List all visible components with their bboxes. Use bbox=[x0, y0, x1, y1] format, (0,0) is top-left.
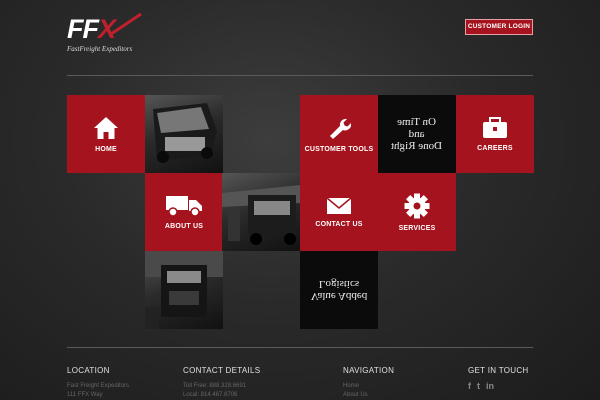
truck-front-photo bbox=[145, 251, 223, 329]
facebook-icon[interactable]: f bbox=[468, 381, 471, 391]
gear-icon bbox=[404, 193, 430, 218]
value-added-tile: Value Added Logistics bbox=[300, 251, 378, 329]
footer-divider bbox=[67, 347, 533, 348]
footer-navigation: NAVIGATION Home About Us bbox=[343, 366, 394, 400]
footer-contact: CONTACT DETAILS Toll Free: 888.328.6691 … bbox=[183, 366, 260, 400]
linkedin-icon[interactable]: in bbox=[486, 381, 494, 391]
header-divider bbox=[67, 75, 533, 76]
truck-photo-tile bbox=[145, 95, 223, 173]
footer-nav-link-about[interactable]: About Us bbox=[343, 391, 394, 400]
value-added-text: Value Added Logistics bbox=[310, 278, 368, 302]
services-tile[interactable]: SERVICES bbox=[378, 173, 456, 251]
footer-location: LOCATION Fast Freight Expeditors 111 FFX… bbox=[67, 366, 129, 400]
about-us-tile[interactable]: ABOUT US bbox=[145, 173, 223, 251]
done-right-text: On Time and Done Right bbox=[391, 116, 443, 152]
toolbox-icon bbox=[483, 116, 507, 138]
navigation-heading: NAVIGATION bbox=[343, 366, 395, 375]
services-label: SERVICES bbox=[398, 224, 436, 232]
truck-photo bbox=[153, 103, 217, 163]
home-tile[interactable]: HOME bbox=[67, 95, 145, 173]
logo-swoosh-icon bbox=[110, 12, 142, 36]
truck-icon bbox=[166, 195, 202, 217]
truck-front-photo-tile bbox=[145, 251, 223, 329]
done-right-tile: On Time and Done Right bbox=[378, 95, 456, 173]
footer-social: GET IN TOUCH f t in bbox=[468, 366, 529, 391]
fleet-photo-tile bbox=[222, 173, 300, 251]
envelope-icon bbox=[326, 196, 352, 214]
about-us-label: ABOUT US bbox=[164, 222, 204, 230]
fleet-photo bbox=[222, 185, 300, 245]
contact-line: Local: 814.467.8706 bbox=[183, 392, 238, 398]
location-heading: LOCATION bbox=[67, 366, 110, 375]
contact-us-tile[interactable]: CONTACT US bbox=[300, 173, 378, 251]
wrench-icon bbox=[330, 118, 351, 139]
customer-login-button[interactable]: CUSTOMER LOGIN bbox=[465, 19, 533, 35]
customer-tools-label: CUSTOMER TOOLS bbox=[304, 145, 374, 153]
footer-nav-link-home[interactable]: Home bbox=[343, 382, 394, 391]
ffx-logo[interactable]: FFX FastFreight Expeditors bbox=[67, 12, 147, 54]
home-label: HOME bbox=[95, 145, 117, 153]
careers-tile[interactable]: CAREERS bbox=[456, 95, 534, 173]
logo-tagline: FastFreight Expeditors bbox=[67, 45, 133, 53]
location-line: 111 FFX Way bbox=[67, 392, 103, 398]
contact-heading: CONTACT DETAILS bbox=[183, 366, 261, 375]
twitter-icon[interactable]: t bbox=[477, 381, 480, 391]
careers-label: CAREERS bbox=[477, 144, 513, 152]
location-line: Fast Freight Expeditors bbox=[67, 383, 130, 389]
contact-line: Toll Free: 888.328.6691 bbox=[183, 383, 247, 389]
house-icon bbox=[94, 116, 118, 139]
customer-tools-tile[interactable]: CUSTOMER TOOLS bbox=[300, 95, 378, 173]
social-heading: GET IN TOUCH bbox=[468, 366, 529, 375]
contact-us-label: CONTACT US bbox=[315, 220, 363, 228]
